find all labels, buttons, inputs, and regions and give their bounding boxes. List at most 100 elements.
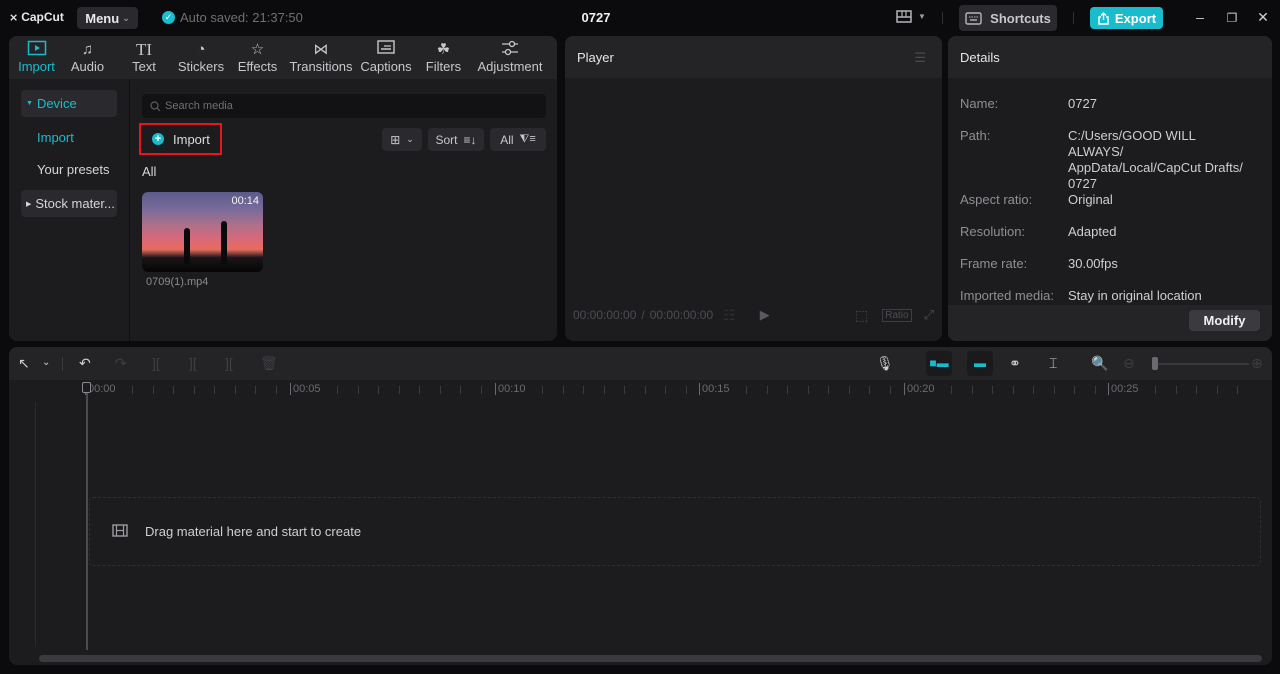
chevron-down-icon[interactable]: ⌄ [42, 357, 50, 368]
tab-text[interactable]: TI Text [115, 36, 173, 79]
tab-audio[interactable]: ♫ Audio [60, 36, 115, 79]
tab-adjustment[interactable]: Adjustment [471, 36, 549, 79]
tab-label: Captions [360, 59, 412, 74]
close-icon: ✕ [1257, 9, 1269, 25]
playhead-handle[interactable] [82, 382, 91, 393]
detail-value: C:/Users/GOOD WILL ALWAYS/ AppData/Local… [1068, 128, 1243, 191]
tab-stickers[interactable]: ◔ Stickers [173, 36, 229, 79]
zoom-slider[interactable] [1154, 363, 1249, 365]
undo-icon[interactable]: ↶ [79, 355, 91, 372]
detail-value: Adapted [1068, 224, 1117, 239]
ruler-tick [398, 386, 400, 394]
search-input[interactable]: Search media [142, 94, 546, 118]
filter-label: All [500, 132, 514, 147]
minimize-button[interactable]: – [1191, 9, 1209, 25]
caret-down-icon: ▼ [26, 100, 33, 107]
ruler-tick [992, 386, 993, 394]
tab-import[interactable]: Import [13, 36, 60, 79]
microphone-icon[interactable]: 🎙 [876, 355, 894, 372]
auto-snap-icon[interactable]: ■▬ [926, 351, 952, 376]
play-icon[interactable]: ▶ [760, 307, 770, 323]
zoom-out-icon[interactable]: ⊖ [1123, 355, 1135, 372]
sidebar-item-presets[interactable]: Your presets [21, 156, 117, 183]
linkage-icon[interactable]: ▬ [967, 351, 993, 376]
ruler-tick [1155, 386, 1156, 394]
restore-button[interactable]: ❐ [1223, 9, 1241, 25]
close-button[interactable]: ✕ [1254, 9, 1272, 26]
ruler-tick [1033, 386, 1034, 394]
delete-icon[interactable]: 🗑 [260, 355, 278, 372]
detail-row: Path: C:/Users/GOOD WILL ALWAYS/ AppData… [960, 128, 1253, 192]
ruler-tick [255, 386, 256, 394]
split-left-icon[interactable]: ][ [189, 355, 197, 371]
tab-label: Transitions [289, 59, 353, 74]
sort-button[interactable]: Sort ≡↓ [428, 128, 484, 151]
link-icon[interactable]: ⚭ [1009, 355, 1021, 372]
ratio-button[interactable]: Ratio [882, 308, 912, 322]
ruler-label: 00:05 [290, 383, 321, 395]
media-thumbnail[interactable]: 00:14 [142, 192, 263, 272]
ruler-tick [1053, 386, 1055, 394]
horizontal-scrollbar[interactable] [39, 655, 1262, 662]
ruler-label: 00:15 [699, 383, 730, 395]
menu-icon[interactable]: ☰ [914, 50, 926, 66]
shortcuts-button[interactable]: Shortcuts [959, 5, 1057, 31]
divider [942, 12, 943, 24]
filter-button[interactable]: All ⧨≡ [490, 128, 546, 151]
modify-button[interactable]: Modify [1189, 310, 1260, 331]
zoom-slider-handle[interactable] [1151, 357, 1158, 370]
total-time: 00:00:00:00 [649, 308, 714, 322]
player-header: Player ☰ [565, 36, 942, 78]
align-icon[interactable]: ⌶ [1049, 355, 1057, 372]
tab-label: Adjustment [477, 59, 543, 74]
view-mode-button[interactable]: ⊞ ⌄ [382, 128, 422, 151]
tab-captions[interactable]: Captions [356, 36, 416, 79]
tab-transitions[interactable]: ⋈ Transitions [286, 36, 356, 79]
sidebar-item-import[interactable]: Import [21, 124, 117, 151]
ruler-tick [807, 386, 809, 394]
ruler-tick [214, 386, 215, 394]
menu-label: Menu [85, 10, 120, 26]
layout-button[interactable]: ▼ [896, 10, 926, 23]
check-circle-icon: ✓ [162, 11, 175, 24]
timeline-dropzone[interactable]: Drag material here and start to create [89, 497, 1261, 566]
fullscreen-icon[interactable]: ⤢ [924, 307, 934, 323]
sidebar-item-stock[interactable]: ▶ Stock mater... [21, 190, 117, 217]
select-tool-icon[interactable]: ↖ [18, 355, 30, 372]
autosave-text: Auto saved: 21:37:50 [180, 10, 303, 25]
sidebar-label: Your presets [37, 162, 110, 177]
sort-label: Sort [435, 132, 458, 147]
zoom-in-icon[interactable]: ⊕ [1251, 355, 1263, 372]
project-title: 0727 [581, 10, 611, 25]
media-panel: Import ♫ Audio TI Text ◔ Stickers ☆ Effe… [9, 36, 557, 341]
preview-axis-icon[interactable]: 🔍 [1091, 355, 1108, 372]
ruler-tick [685, 386, 687, 394]
adjustment-icon [501, 40, 519, 59]
ruler-tick [624, 386, 625, 394]
ruler-tick [337, 386, 338, 394]
tab-filters[interactable]: ☘ Filters [416, 36, 471, 79]
ruler-tick [234, 386, 236, 394]
detail-value: 0727 [1068, 96, 1097, 111]
split-right-icon[interactable]: ][ [225, 355, 233, 371]
split-icon[interactable]: ][ [152, 355, 160, 371]
tab-effects[interactable]: ☆ Effects [229, 36, 286, 79]
search-icon [150, 100, 161, 111]
detail-key: Name: [960, 96, 999, 111]
detail-row: Aspect ratio: Original [960, 192, 1268, 208]
menu-button[interactable]: Menu ⌄ [77, 7, 138, 29]
sidebar-item-device[interactable]: ▼ Device [21, 90, 117, 117]
redo-icon[interactable]: ↷ [115, 355, 127, 372]
focus-icon[interactable]: ⬚ [855, 307, 868, 324]
export-button[interactable]: Export [1090, 7, 1163, 29]
capcut-logo-icon: ⨯ [9, 11, 19, 24]
waveform-icon[interactable]: ☷ [723, 307, 736, 324]
timeline-ruler[interactable]: 00:00 00:05 00:10 00:15 00:20 00:25 [9, 380, 1272, 402]
detail-key: Frame rate: [960, 256, 1028, 271]
playhead[interactable] [86, 385, 88, 650]
import-button[interactable]: + Import [139, 123, 222, 155]
app-name: CapCut [21, 10, 64, 24]
sidebar-label: Import [37, 130, 74, 145]
import-icon [27, 40, 47, 59]
player-panel: Player ☰ 00:00:00:00 / 00:00:00:00 ☷ ▶ ⬚… [565, 36, 942, 341]
